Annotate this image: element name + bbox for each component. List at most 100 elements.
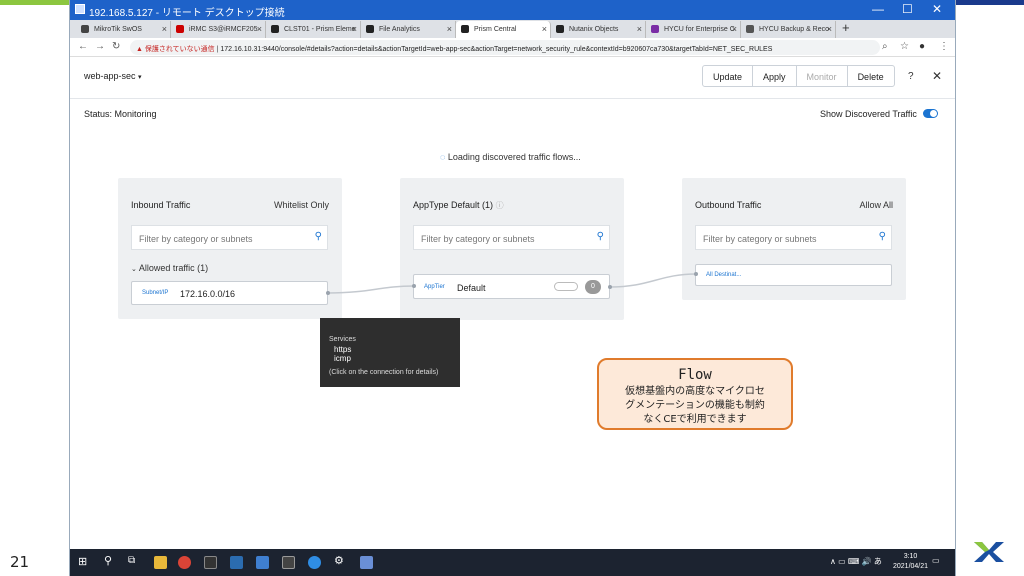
irmc-favicon-icon xyxy=(176,25,184,33)
menu-kebab-icon[interactable]: ⋮ xyxy=(939,41,949,52)
node-value: All Destinat... xyxy=(706,272,742,278)
powershell-icon[interactable] xyxy=(230,556,243,569)
nutanix-favicon-icon xyxy=(556,25,564,33)
help-icon[interactable]: ? xyxy=(908,71,914,82)
bookmark-star-icon[interactable]: ☆ xyxy=(900,41,909,52)
show-discovered-toggle[interactable] xyxy=(923,109,938,118)
nutanix-favicon-icon xyxy=(461,25,469,33)
close-tab-icon[interactable]: × xyxy=(257,24,262,34)
loading-text: Loading discovered traffic flows... xyxy=(447,152,581,162)
policy-name-dropdown[interactable]: web-app-sec ▾ xyxy=(84,71,142,81)
close-tab-icon[interactable]: × xyxy=(352,24,357,34)
system-tray[interactable]: ∧ ▭ ⌨ 🔊 あ xyxy=(830,556,882,567)
caret-down-icon: ▾ xyxy=(138,74,142,81)
outbound-destination-node[interactable]: All Destinat... xyxy=(695,264,892,286)
file-explorer-icon[interactable] xyxy=(154,556,167,569)
close-tab-icon[interactable]: × xyxy=(637,24,642,34)
search-icon[interactable]: ⚲ xyxy=(104,554,117,567)
window-titlebar: 192.168.5.127 - リモート デスクトップ接続 — ☐ ✕ xyxy=(70,0,955,20)
windows-taskbar: ⊞ ⚲ ⧉ ⚙ ∧ ▭ ⌨ 🔊 あ 3:10 2021/04/21 ▭ xyxy=(70,549,955,576)
outbound-title: Outbound Traffic xyxy=(695,200,762,210)
action-button-group: Update Apply Monitor Delete xyxy=(702,65,895,87)
forward-icon[interactable]: → xyxy=(95,41,105,52)
tab-label: Prism Central xyxy=(474,26,517,33)
close-tab-icon[interactable]: × xyxy=(162,24,167,34)
chrome-icon[interactable] xyxy=(178,556,191,569)
hycu-favicon-icon xyxy=(746,25,754,33)
apptype-filter-input[interactable]: Filter by category or subnets ⚲ xyxy=(413,225,610,250)
outbound-mode: Allow All xyxy=(859,200,893,210)
task-view-icon[interactable]: ⧉ xyxy=(128,555,141,568)
inbound-filter-input[interactable]: Filter by category or subnets ⚲ xyxy=(131,225,328,250)
update-button[interactable]: Update xyxy=(703,66,754,86)
show-discovered-label: Show Discovered Traffic xyxy=(820,109,917,119)
profile-avatar-icon[interactable]: ● xyxy=(919,41,925,52)
node-type-tag: AppTier xyxy=(424,284,445,290)
back-icon[interactable]: ← xyxy=(78,41,88,52)
inbound-subnet-node[interactable]: Subnet/IP 172.16.0.0/16 xyxy=(131,281,328,305)
search-icon[interactable]: ⚲ xyxy=(879,231,886,242)
remote-desktop-taskbar-icon[interactable] xyxy=(256,556,269,569)
reload-icon[interactable]: ↻ xyxy=(112,41,120,52)
search-icon[interactable]: ⚲ xyxy=(597,231,604,242)
url-field[interactable]: ▲ 保護されていない通信 | 172.16.10.31:9440/console… xyxy=(130,40,880,55)
apptype-title-text: AppType Default (1) xyxy=(413,200,494,210)
tab-mikrotik[interactable]: MikroTik SwOS × xyxy=(76,21,171,38)
nutanix-favicon-icon xyxy=(366,25,374,33)
cmd-icon[interactable] xyxy=(282,556,295,569)
tab-file-analytics[interactable]: File Analytics × xyxy=(361,21,456,38)
close-tab-icon[interactable]: × xyxy=(827,24,832,34)
filter-placeholder: Filter by category or subnets xyxy=(703,234,817,244)
outbound-panel: Outbound Traffic Allow All Filter by cat… xyxy=(682,178,906,300)
edge-icon[interactable] xyxy=(308,556,321,569)
inbound-mode: Whitelist Only xyxy=(273,200,329,210)
minimize-button[interactable]: — xyxy=(872,2,884,16)
maximize-button[interactable]: ☐ xyxy=(902,2,913,16)
tab-nutanix-objects[interactable]: Nutanix Objects × xyxy=(551,21,646,38)
taskbar-clock[interactable]: 3:10 2021/04/21 xyxy=(893,552,928,572)
search-icon[interactable]: ⚲ xyxy=(315,231,322,242)
tooltip-service-https: https xyxy=(334,345,352,354)
page-number: 21 xyxy=(10,553,30,571)
apptype-panel: AppType Default (1) ⓘ Filter by category… xyxy=(400,178,624,320)
tab-irmc[interactable]: iRMC S3@iRMCF205 × xyxy=(171,21,266,38)
window-title: 192.168.5.127 - リモート デスクトップ接続 xyxy=(89,8,285,19)
info-icon[interactable]: ⓘ xyxy=(496,201,504,210)
delete-button[interactable]: Delete xyxy=(848,66,894,86)
monitor-button: Monitor xyxy=(797,66,848,86)
outbound-filter-input[interactable]: Filter by category or subnets ⚲ xyxy=(695,225,892,250)
notifications-icon[interactable]: ▭ xyxy=(932,556,940,565)
app-icon[interactable] xyxy=(360,556,373,569)
callout-title: Flow xyxy=(678,367,712,383)
allowed-traffic-toggle[interactable]: ⌄ Allowed traffic (1) xyxy=(131,263,208,273)
windows-start-icon[interactable]: ⊞ xyxy=(78,555,91,568)
nutanix-logo-icon xyxy=(974,542,1004,562)
new-tab-button[interactable]: + xyxy=(842,20,850,35)
flow-switch-icon[interactable] xyxy=(554,282,578,291)
status-line: Status: Monitoring xyxy=(84,109,157,119)
tab-prism-element[interactable]: CLST01 - Prism Eleme × xyxy=(266,21,361,38)
close-tab-icon[interactable]: × xyxy=(447,24,452,34)
nutanix-favicon-icon xyxy=(271,25,279,33)
tab-label: HYCU for Enterprise C xyxy=(664,26,735,33)
remote-desktop-icon xyxy=(75,4,85,14)
settings-gear-icon[interactable]: ⚙ xyxy=(334,554,347,567)
security-warning: 保護されていない通信 xyxy=(144,46,215,53)
count-badge: 0 xyxy=(585,280,601,294)
tab-label: HYCU Backup & Reco xyxy=(759,26,830,33)
browser-tabstrip: MikroTik SwOS × iRMC S3@iRMCF205 × CLST01 … xyxy=(70,20,955,38)
tab-label: File Analytics xyxy=(379,26,420,33)
close-window-button[interactable]: ✕ xyxy=(932,2,942,16)
apptier-node[interactable]: AppTier Default 0 xyxy=(413,274,610,299)
terminal-icon[interactable] xyxy=(204,556,217,569)
zoom-icon[interactable]: ⌕ xyxy=(882,41,888,52)
tab-hycu-enterprise[interactable]: HYCU for Enterprise C × xyxy=(646,21,741,38)
tab-label: iRMC S3@iRMCF205 xyxy=(189,26,258,33)
tab-prism-central[interactable]: Prism Central × xyxy=(456,21,551,38)
close-tab-icon[interactable]: × xyxy=(732,24,737,34)
tab-hycu-backup[interactable]: HYCU Backup & Reco × xyxy=(741,21,836,38)
close-policy-icon[interactable]: ✕ xyxy=(932,69,942,83)
close-tab-icon[interactable]: × xyxy=(542,24,547,34)
apply-button[interactable]: Apply xyxy=(753,66,797,86)
address-bar: ← → ↻ ▲ 保護されていない通信 | 172.16.10.31:9440/c… xyxy=(70,38,955,57)
